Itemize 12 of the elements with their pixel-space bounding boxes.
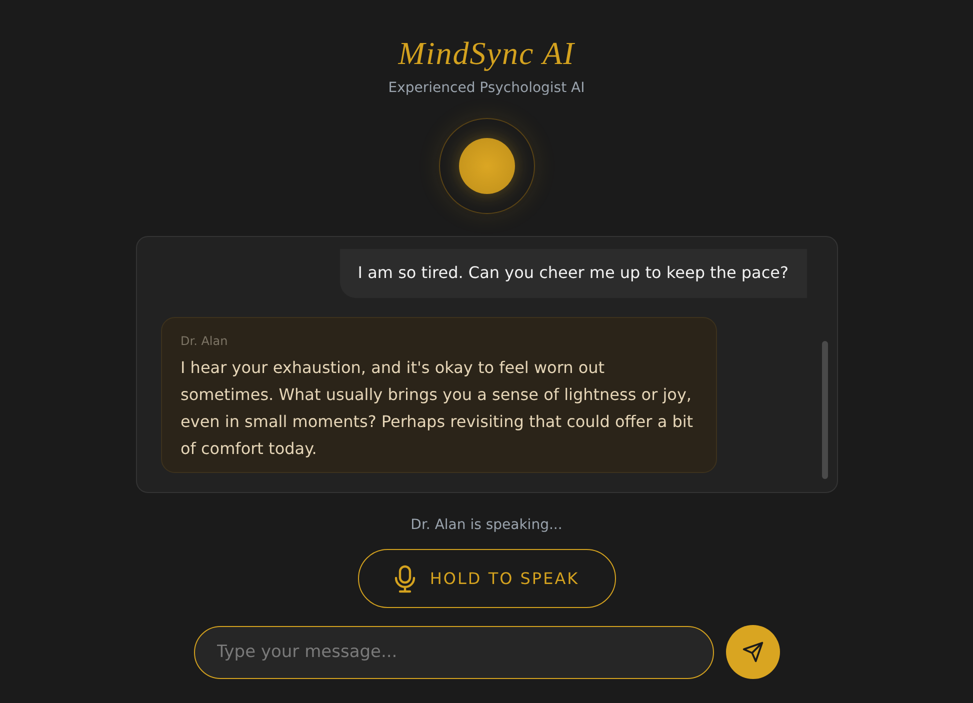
user-message: I am so tired. Can you cheer me up to keep the pace? — [340, 249, 806, 298]
message-input-field[interactable]: Type your message... — [194, 626, 714, 678]
message-text: I hear your exhaustion, and it's okay to feel worn out sometimes. What usually brings you a sense of lightness or joy, even in small moments? Perhaps revisiting that could offer a bit of comfort today. — [180, 357, 694, 460]
app-title: MindSync AI — [398, 34, 575, 72]
sender-name: Dr. Alan — [180, 334, 229, 348]
scrollbar-thumb[interactable] — [822, 341, 828, 479]
microphone-icon — [394, 564, 416, 592]
hold-to-speak-button[interactable]: HOLD TO SPEAK — [358, 549, 616, 608]
app-subtitle: Experienced Psychologist AI — [388, 80, 585, 96]
speaking-status: Dr. Alan is speaking... — [410, 517, 562, 533]
send-icon — [742, 641, 764, 663]
send-button[interactable] — [726, 625, 780, 679]
